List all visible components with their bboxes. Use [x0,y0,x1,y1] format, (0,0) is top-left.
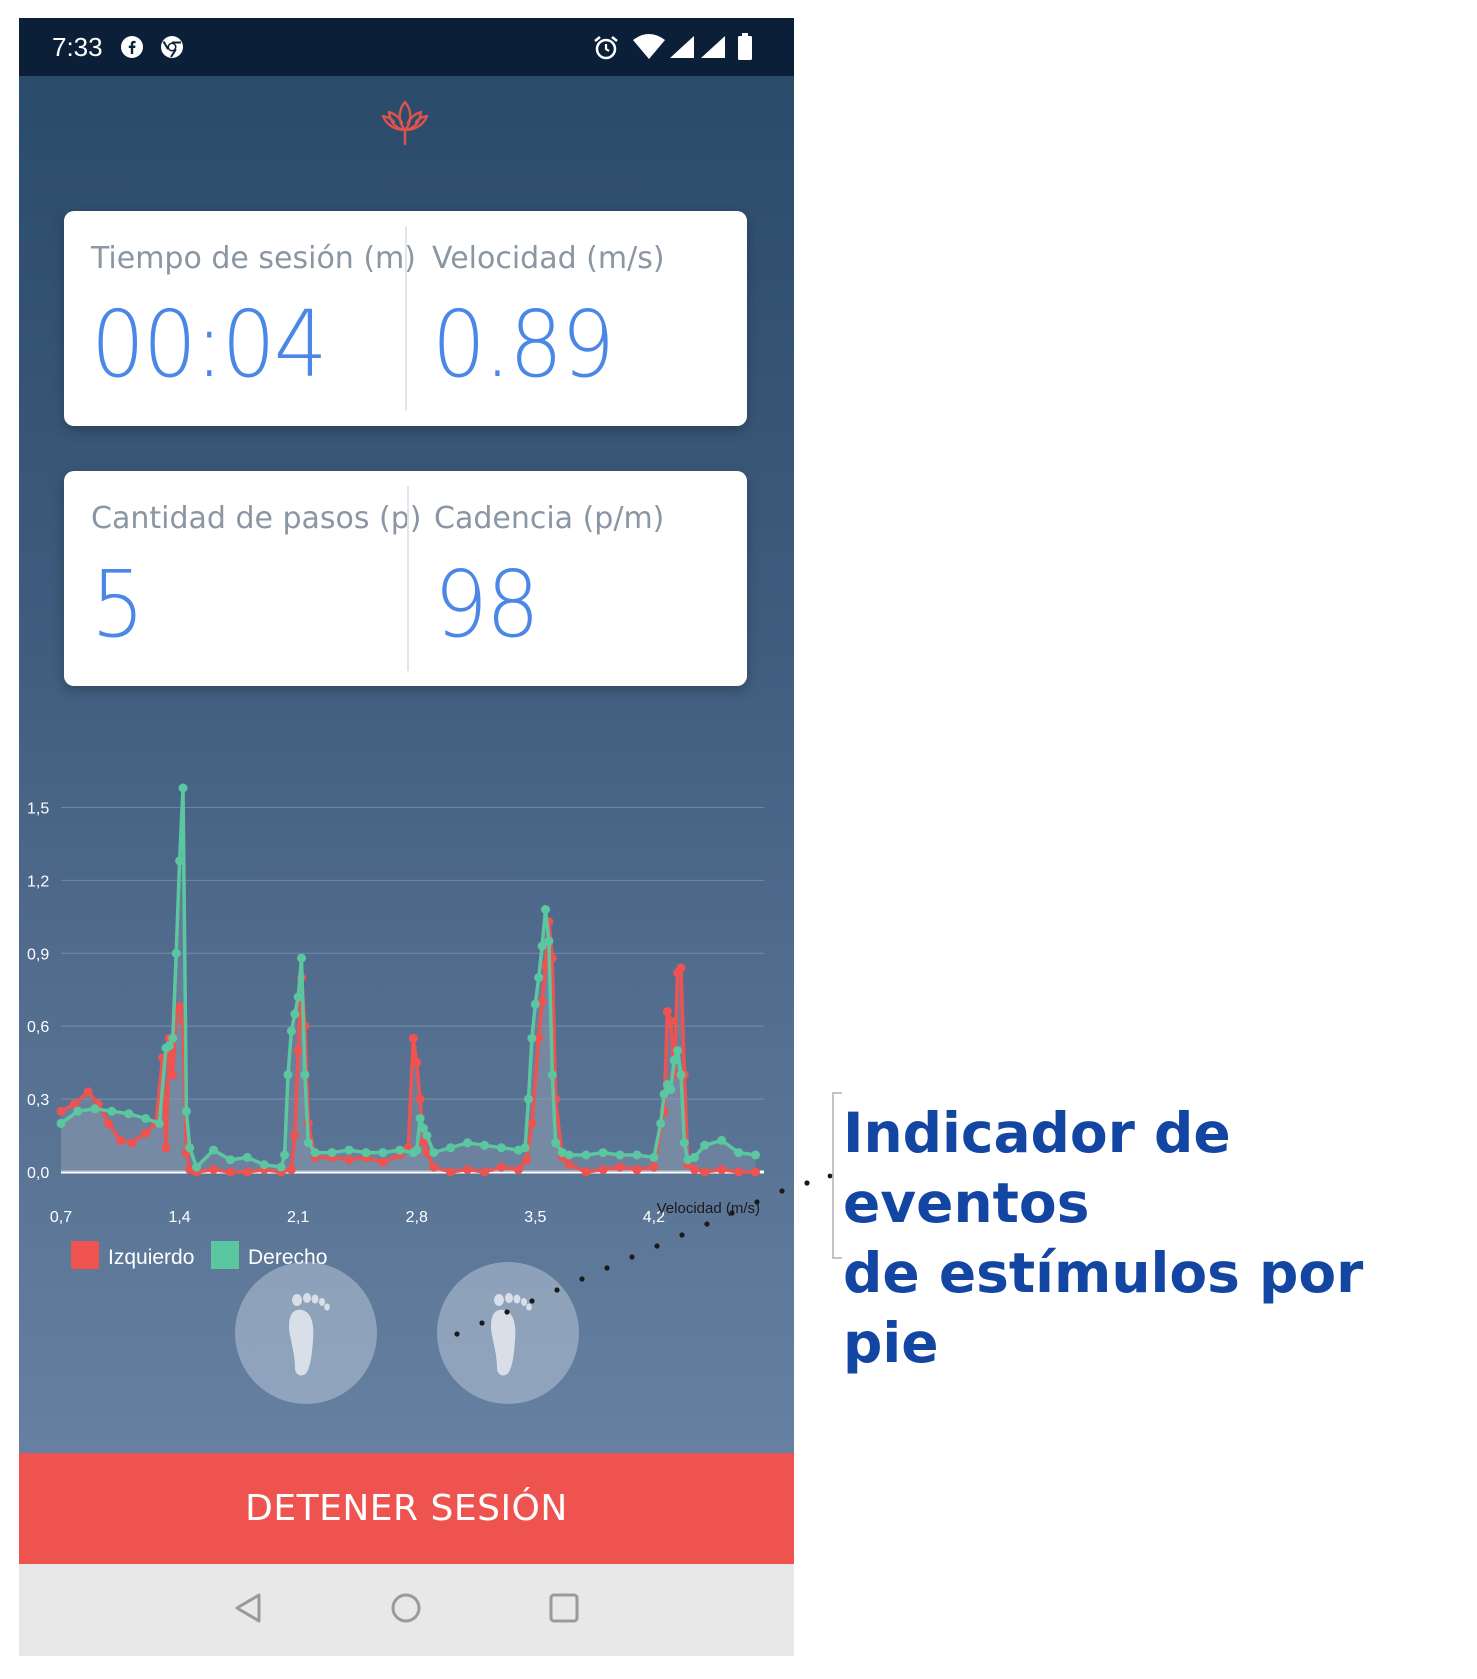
annotation-label: Indicador de eventos de estímulos por pi… [843,1101,1364,1375]
dotted-leader-line [454,1173,833,1337]
annotation-bracket [832,1092,842,1259]
annotation-connector [454,1092,842,1337]
